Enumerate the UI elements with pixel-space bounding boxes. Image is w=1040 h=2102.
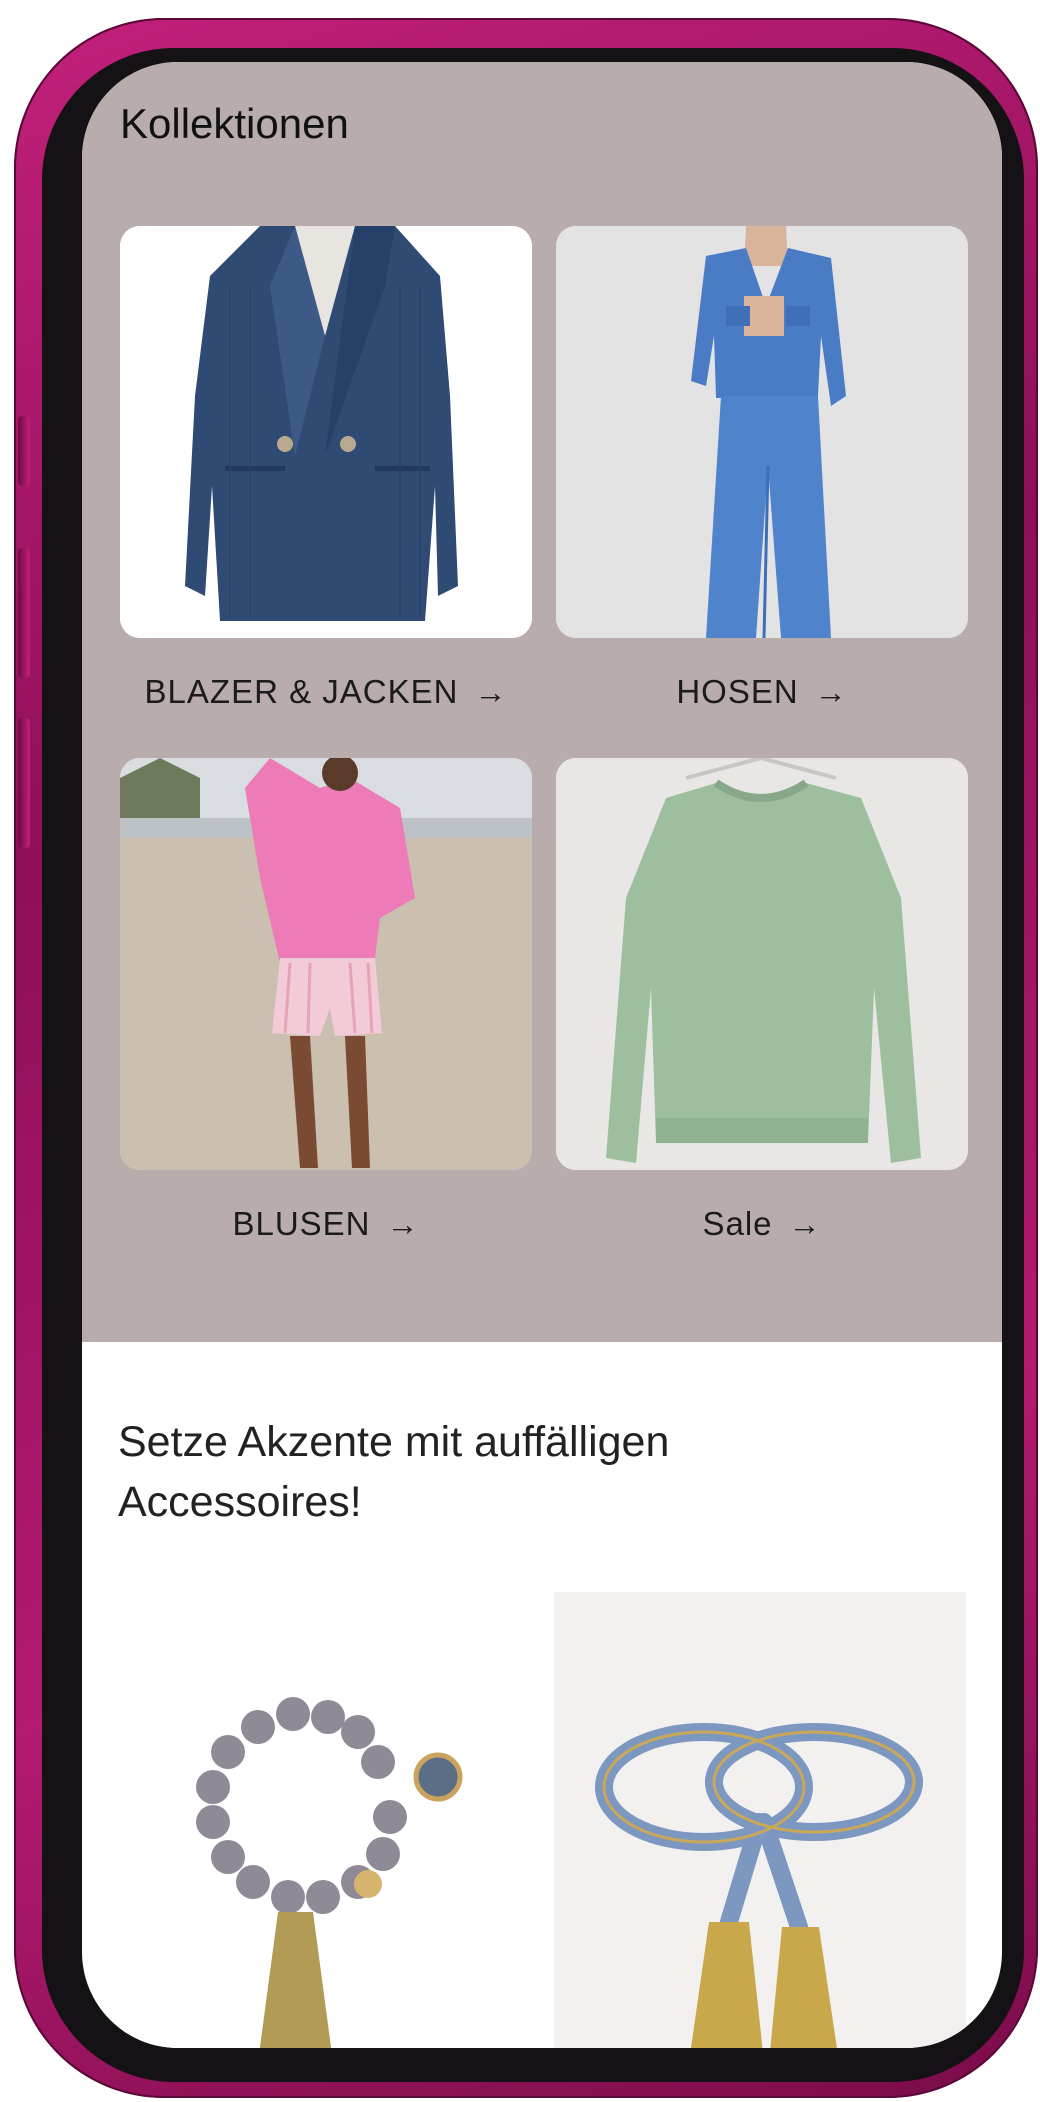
collections-title: Kollektionen [120, 100, 349, 147]
collection-card-sale[interactable]: Sale → [556, 758, 968, 1244]
sale-image [556, 758, 968, 1170]
collection-label-blazer: BLAZER & JACKEN → [120, 672, 532, 712]
collections-section: Kollektionen BLAZER & JACKEN → HOSEN → B… [82, 62, 1002, 1342]
bracelet-image [118, 1592, 530, 2048]
blazer-image [120, 226, 532, 638]
collection-label-sale: Sale → [556, 1204, 968, 1244]
volume-up-button [18, 548, 30, 678]
hosen-image [556, 226, 968, 638]
collection-card-hosen[interactable]: HOSEN → [556, 226, 968, 712]
screen: Kollektionen BLAZER & JACKEN → HOSEN → B… [82, 62, 1002, 2048]
collection-label-text: BLUSEN [232, 1205, 371, 1242]
arrow-right-icon: → [474, 673, 508, 710]
accessories-title: Setze Akzente mit auffälligen Accessoire… [118, 1418, 670, 1526]
blusen-image [120, 758, 532, 1170]
volume-down-button [18, 718, 30, 848]
accessory-bracelet[interactable] [118, 1592, 530, 2048]
collection-label-blusen: BLUSEN → [120, 1204, 532, 1244]
accessory-belt[interactable] [554, 1592, 966, 2048]
arrow-right-icon: → [386, 1205, 420, 1242]
action-button [18, 416, 30, 486]
collection-label-text: HOSEN [676, 673, 799, 710]
arrow-right-icon: → [788, 1205, 822, 1242]
arrow-right-icon: → [814, 673, 848, 710]
collection-label-text: BLAZER & JACKEN [144, 673, 459, 710]
collection-label-text: Sale [702, 1205, 773, 1242]
collection-label-hosen: HOSEN → [556, 672, 968, 712]
collection-card-blusen[interactable]: BLUSEN → [120, 758, 532, 1244]
collection-card-blazer[interactable]: BLAZER & JACKEN → [120, 226, 532, 712]
belt-image [554, 1592, 966, 2048]
